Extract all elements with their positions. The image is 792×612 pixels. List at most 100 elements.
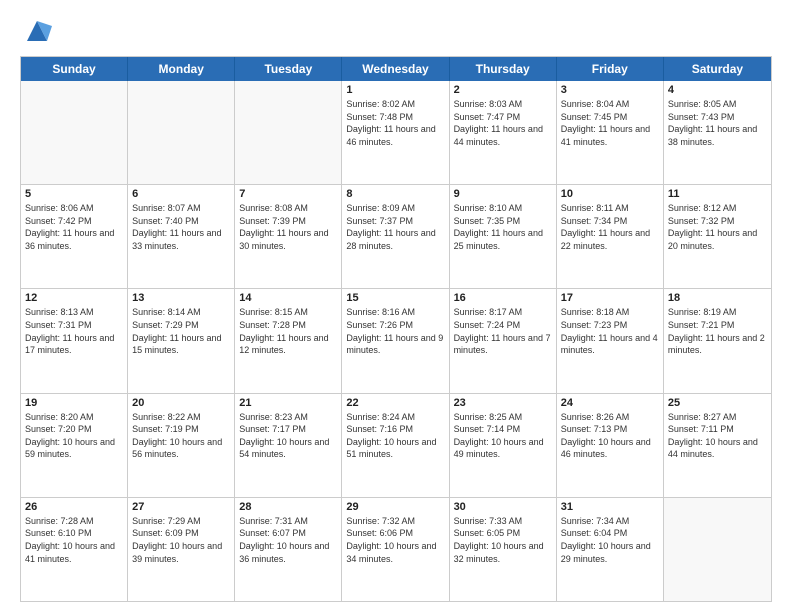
cell-info: Sunrise: 8:05 AMSunset: 7:43 PMDaylight:… (668, 98, 767, 148)
calendar-cell: 28 Sunrise: 7:31 AMSunset: 6:07 PMDayligh… (235, 498, 342, 601)
calendar-cell: 23 Sunrise: 8:25 AMSunset: 7:14 PMDayligh… (450, 394, 557, 497)
calendar-cell: 29 Sunrise: 7:32 AMSunset: 6:06 PMDayligh… (342, 498, 449, 601)
day-number: 1 (346, 84, 444, 96)
day-number: 28 (239, 501, 337, 513)
calendar-cell: 21 Sunrise: 8:23 AMSunset: 7:17 PMDayligh… (235, 394, 342, 497)
day-number: 10 (561, 188, 659, 200)
calendar-cell: 5 Sunrise: 8:06 AMSunset: 7:42 PMDaylight… (21, 185, 128, 288)
calendar-cell: 1 Sunrise: 8:02 AMSunset: 7:48 PMDaylight… (342, 81, 449, 184)
header (20, 16, 772, 46)
weekday-header: Sunday (21, 57, 128, 81)
calendar-body: 1 Sunrise: 8:02 AMSunset: 7:48 PMDaylight… (21, 81, 771, 601)
day-number: 4 (668, 84, 767, 96)
calendar-cell: 9Sunrise: 8:10 AMSunset: 7:35 PMDaylight… (450, 185, 557, 288)
cell-info: Sunrise: 8:19 AMSunset: 7:21 PMDaylight:… (668, 306, 767, 356)
cell-info: Sunrise: 8:18 AMSunset: 7:23 PMDaylight:… (561, 306, 659, 356)
cell-info: Sunrise: 7:28 AMSunset: 6:10 PMDaylight:… (25, 515, 123, 565)
cell-info: Sunrise: 7:33 AMSunset: 6:05 PMDaylight:… (454, 515, 552, 565)
day-number: 3 (561, 84, 659, 96)
cell-info: Sunrise: 8:11 AMSunset: 7:34 PMDaylight:… (561, 202, 659, 252)
calendar-row: 19 Sunrise: 8:20 AMSunset: 7:20 PMDayligh… (21, 393, 771, 497)
cell-info: Sunrise: 8:15 AMSunset: 7:28 PMDaylight:… (239, 306, 337, 356)
calendar-cell: 22 Sunrise: 8:24 AMSunset: 7:16 PMDayligh… (342, 394, 449, 497)
calendar-cell: 17 Sunrise: 8:18 AMSunset: 7:23 PMDayligh… (557, 289, 664, 392)
calendar-row: 26Sunrise: 7:28 AMSunset: 6:10 PMDayligh… (21, 497, 771, 601)
calendar-cell: 18 Sunrise: 8:19 AMSunset: 7:21 PMDayligh… (664, 289, 771, 392)
day-number: 22 (346, 397, 444, 409)
calendar-cell (128, 81, 235, 184)
weekday-header: Saturday (664, 57, 771, 81)
calendar-cell: 26Sunrise: 7:28 AMSunset: 6:10 PMDayligh… (21, 498, 128, 601)
calendar-cell: 16Sunrise: 8:17 AMSunset: 7:24 PMDayligh… (450, 289, 557, 392)
cell-info: Sunrise: 8:16 AMSunset: 7:26 PMDaylight:… (346, 306, 444, 356)
calendar: SundayMondayTuesdayWednesdayThursdayFrid… (20, 56, 772, 602)
weekday-header: Monday (128, 57, 235, 81)
day-number: 13 (132, 292, 230, 304)
cell-info: Sunrise: 8:08 AMSunset: 7:39 PMDaylight:… (239, 202, 337, 252)
day-number: 31 (561, 501, 659, 513)
weekday-header: Thursday (450, 57, 557, 81)
calendar-cell: 2 Sunrise: 8:03 AMSunset: 7:47 PMDaylight… (450, 81, 557, 184)
calendar-cell: 15Sunrise: 8:16 AMSunset: 7:26 PMDayligh… (342, 289, 449, 392)
day-number: 20 (132, 397, 230, 409)
day-number: 5 (25, 188, 123, 200)
cell-info: Sunrise: 8:25 AMSunset: 7:14 PMDaylight:… (454, 411, 552, 461)
day-number: 2 (454, 84, 552, 96)
calendar-cell: 3 Sunrise: 8:04 AMSunset: 7:45 PMDaylight… (557, 81, 664, 184)
calendar-cell: 24Sunrise: 8:26 AMSunset: 7:13 PMDayligh… (557, 394, 664, 497)
cell-info: Sunrise: 8:06 AMSunset: 7:42 PMDaylight:… (25, 202, 123, 252)
calendar-cell: 10 Sunrise: 8:11 AMSunset: 7:34 PMDayligh… (557, 185, 664, 288)
cell-info: Sunrise: 7:31 AMSunset: 6:07 PMDaylight:… (239, 515, 337, 565)
day-number: 19 (25, 397, 123, 409)
calendar-cell: 25 Sunrise: 8:27 AMSunset: 7:11 PMDayligh… (664, 394, 771, 497)
calendar-cell: 14Sunrise: 8:15 AMSunset: 7:28 PMDayligh… (235, 289, 342, 392)
calendar-cell: 27Sunrise: 7:29 AMSunset: 6:09 PMDayligh… (128, 498, 235, 601)
calendar-cell (21, 81, 128, 184)
cell-info: Sunrise: 8:04 AMSunset: 7:45 PMDaylight:… (561, 98, 659, 148)
cell-info: Sunrise: 8:12 AMSunset: 7:32 PMDaylight:… (668, 202, 767, 252)
calendar-cell: 4 Sunrise: 8:05 AMSunset: 7:43 PMDaylight… (664, 81, 771, 184)
page: SundayMondayTuesdayWednesdayThursdayFrid… (0, 0, 792, 612)
calendar-cell: 11 Sunrise: 8:12 AMSunset: 7:32 PMDayligh… (664, 185, 771, 288)
cell-info: Sunrise: 8:17 AMSunset: 7:24 PMDaylight:… (454, 306, 552, 356)
day-number: 11 (668, 188, 767, 200)
logo (20, 16, 52, 46)
calendar-cell: 30Sunrise: 7:33 AMSunset: 6:05 PMDayligh… (450, 498, 557, 601)
calendar-row: 12 Sunrise: 8:13 AMSunset: 7:31 PMDayligh… (21, 288, 771, 392)
cell-info: Sunrise: 8:23 AMSunset: 7:17 PMDaylight:… (239, 411, 337, 461)
cell-info: Sunrise: 8:09 AMSunset: 7:37 PMDaylight:… (346, 202, 444, 252)
day-number: 12 (25, 292, 123, 304)
cell-info: Sunrise: 8:24 AMSunset: 7:16 PMDaylight:… (346, 411, 444, 461)
day-number: 7 (239, 188, 337, 200)
cell-info: Sunrise: 7:29 AMSunset: 6:09 PMDaylight:… (132, 515, 230, 565)
cell-info: Sunrise: 7:32 AMSunset: 6:06 PMDaylight:… (346, 515, 444, 565)
day-number: 17 (561, 292, 659, 304)
weekday-header: Friday (557, 57, 664, 81)
calendar-cell: 6Sunrise: 8:07 AMSunset: 7:40 PMDaylight… (128, 185, 235, 288)
day-number: 9 (454, 188, 552, 200)
calendar-cell: 12 Sunrise: 8:13 AMSunset: 7:31 PMDayligh… (21, 289, 128, 392)
cell-info: Sunrise: 8:13 AMSunset: 7:31 PMDaylight:… (25, 306, 123, 356)
cell-info: Sunrise: 8:14 AMSunset: 7:29 PMDaylight:… (132, 306, 230, 356)
day-number: 6 (132, 188, 230, 200)
cell-info: Sunrise: 8:22 AMSunset: 7:19 PMDaylight:… (132, 411, 230, 461)
calendar-cell: 31Sunrise: 7:34 AMSunset: 6:04 PMDayligh… (557, 498, 664, 601)
calendar-row: 5 Sunrise: 8:06 AMSunset: 7:42 PMDaylight… (21, 184, 771, 288)
day-number: 21 (239, 397, 337, 409)
day-number: 25 (668, 397, 767, 409)
day-number: 23 (454, 397, 552, 409)
cell-info: Sunrise: 8:27 AMSunset: 7:11 PMDaylight:… (668, 411, 767, 461)
logo-icon (22, 16, 52, 46)
calendar-row: 1 Sunrise: 8:02 AMSunset: 7:48 PMDaylight… (21, 81, 771, 184)
weekday-header: Tuesday (235, 57, 342, 81)
cell-info: Sunrise: 8:03 AMSunset: 7:47 PMDaylight:… (454, 98, 552, 148)
day-number: 24 (561, 397, 659, 409)
calendar-cell: 8Sunrise: 8:09 AMSunset: 7:37 PMDaylight… (342, 185, 449, 288)
calendar-cell (235, 81, 342, 184)
cell-info: Sunrise: 8:02 AMSunset: 7:48 PMDaylight:… (346, 98, 444, 148)
day-number: 29 (346, 501, 444, 513)
day-number: 18 (668, 292, 767, 304)
calendar-cell: 13 Sunrise: 8:14 AMSunset: 7:29 PMDayligh… (128, 289, 235, 392)
calendar-cell: 19 Sunrise: 8:20 AMSunset: 7:20 PMDayligh… (21, 394, 128, 497)
cell-info: Sunrise: 8:20 AMSunset: 7:20 PMDaylight:… (25, 411, 123, 461)
